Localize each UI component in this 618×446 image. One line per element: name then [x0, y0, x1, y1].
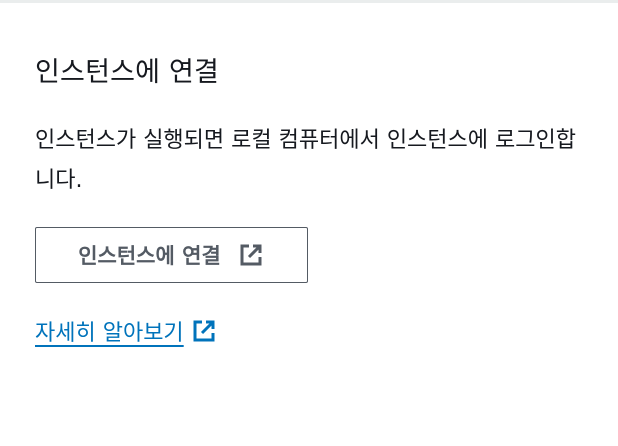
learn-more-link[interactable]: 자세히 알아보기	[35, 315, 218, 347]
panel-title: 인스턴스에 연결	[35, 57, 220, 88]
learn-more-label: 자세히 알아보기	[35, 321, 184, 346]
connect-instance-button-label: 인스턴스에 연결	[78, 244, 221, 268]
top-divider	[0, 0, 618, 3]
panel-description: 인스턴스가 실행되면 로컬 컴퓨터에서 인스턴스에 로그인합니다.	[35, 128, 576, 193]
external-link-icon	[237, 241, 265, 269]
connect-instance-button[interactable]: 인스턴스에 연결	[35, 227, 308, 283]
external-link-icon	[190, 317, 218, 345]
connect-instance-panel: 인스턴스에 연결 인스턴스가 실행되면 로컬 컴퓨터에서 인스턴스에 로그인합니…	[35, 40, 595, 347]
